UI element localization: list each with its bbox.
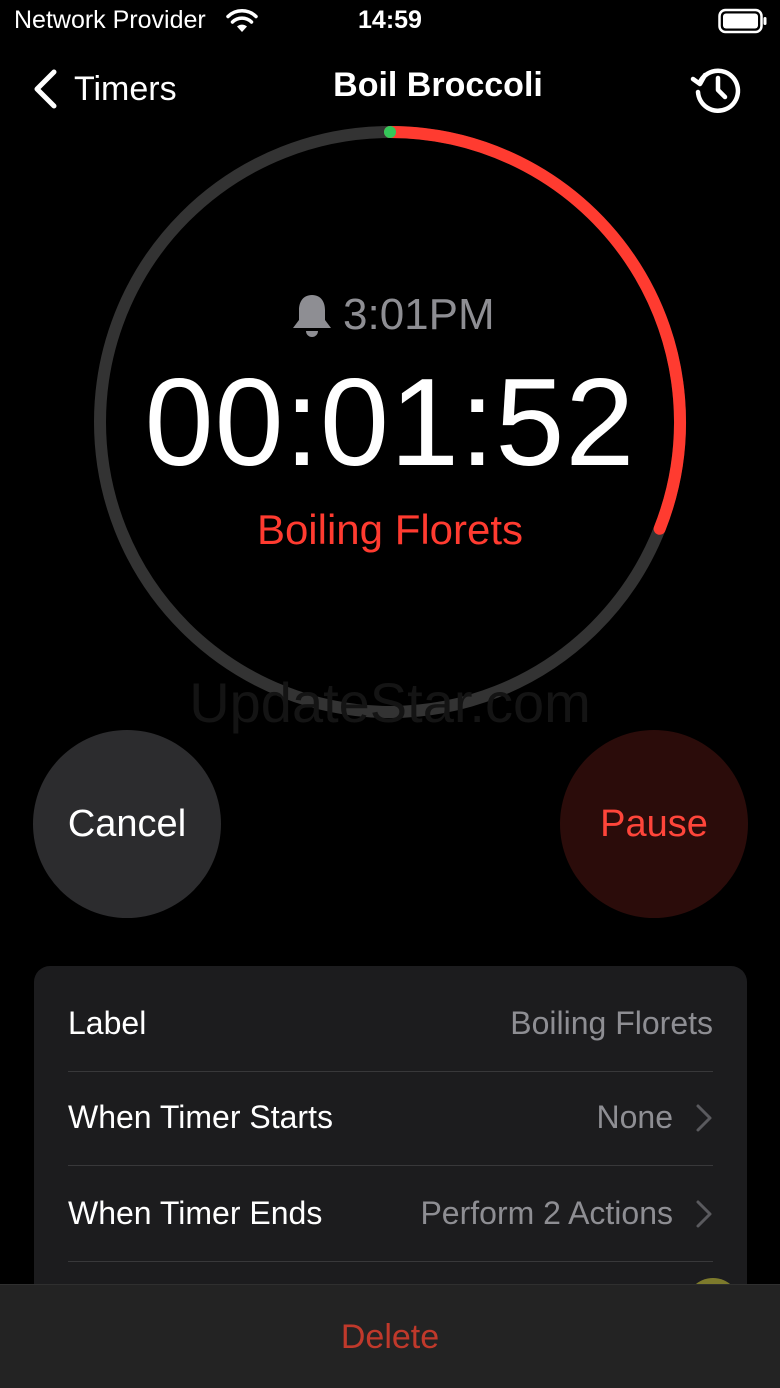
label-row-value: Boiling Florets — [510, 1005, 713, 1041]
timer-label: Boiling Florets — [256, 506, 524, 553]
watermark: UpdateStar.com — [189, 671, 591, 734]
status-time: 14:59 — [358, 6, 422, 34]
ring-start-marker — [384, 126, 396, 138]
battery-icon — [718, 8, 767, 34]
timer-starts-row[interactable]: When Timer Starts None — [68, 1070, 713, 1166]
delete-button[interactable]: Delete — [0, 1318, 780, 1357]
history-icon[interactable] — [690, 62, 744, 116]
alarm-time: 3:01PM — [343, 290, 495, 339]
bell-icon — [293, 295, 331, 337]
label-row[interactable]: Label Boiling Florets — [68, 976, 713, 1072]
cancel-button[interactable]: Cancel — [33, 730, 221, 918]
countdown-display: 00:01:52 — [144, 354, 636, 492]
page-title: Boil Broccoli — [333, 66, 543, 104]
label-row-title: Label — [68, 1005, 147, 1041]
pause-button[interactable]: Pause — [560, 730, 748, 918]
timer-starts-title: When Timer Starts — [68, 1099, 333, 1135]
timer-ends-row[interactable]: When Timer Ends Perform 2 Actions — [68, 1166, 713, 1262]
timer-starts-value: None — [596, 1099, 674, 1135]
chevron-right-icon — [696, 1200, 712, 1227]
timer-ends-value: Perform 2 Actions — [420, 1195, 673, 1231]
chevron-right-icon — [696, 1104, 712, 1131]
timer-ends-title: When Timer Ends — [68, 1195, 323, 1231]
timer-starts-value-group: None — [597, 1099, 714, 1136]
timer-ends-value-group: Perform 2 Actions — [420, 1195, 713, 1232]
